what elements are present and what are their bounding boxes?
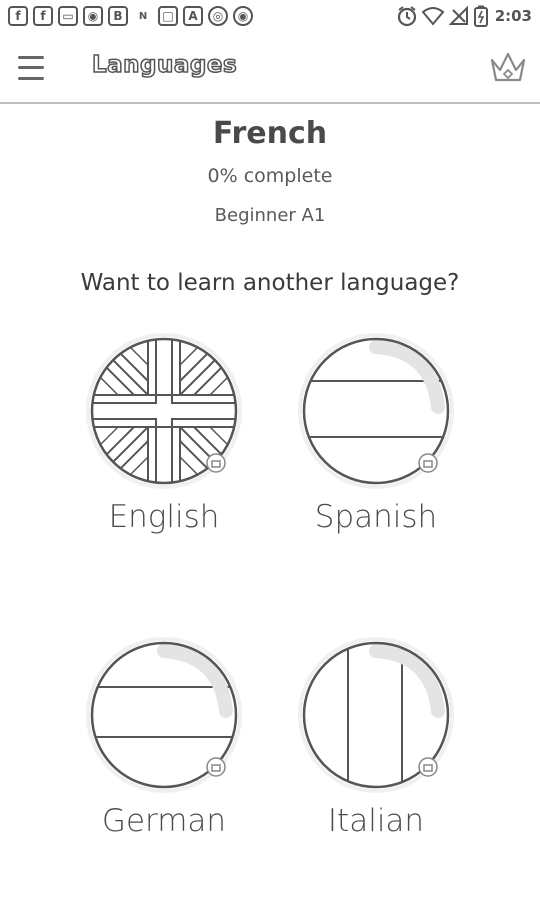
- language-label: English: [108, 499, 220, 535]
- language-option-spanish[interactable]: Spanish: [276, 333, 476, 535]
- italy-flag-icon: [298, 637, 454, 793]
- language-label: Spanish: [314, 499, 438, 535]
- language-option-italian[interactable]: Italian: [276, 637, 476, 839]
- course-level: Beginner A1: [214, 205, 326, 226]
- hamburger-menu-icon[interactable]: [18, 52, 54, 84]
- wifi-icon: [421, 7, 445, 26]
- app-notification-icon: ◉: [83, 6, 103, 26]
- status-bar: f f ▭ ◉ B N □ A ◎ ◉ 2:03: [0, 0, 540, 34]
- page-title: Languages: [91, 51, 238, 79]
- square-notification-icon: □: [158, 6, 178, 26]
- n-notification-icon: N: [138, 10, 148, 22]
- language-option-english[interactable]: English: [64, 333, 264, 535]
- alarm-icon: [397, 6, 416, 27]
- learn-another-prompt: Want to learn another language?: [80, 270, 460, 296]
- current-language-panel[interactable]: French 0% complete Beginner A1: [0, 112, 540, 226]
- b-notification-icon: B: [108, 6, 128, 26]
- language-option-german[interactable]: German: [64, 637, 264, 839]
- battery-icon: [473, 5, 488, 27]
- language-label: Italian: [327, 803, 425, 839]
- crown-icon[interactable]: [488, 48, 528, 86]
- notification-icons: f f ▭ ◉ B N □ A ◎ ◉: [8, 6, 253, 26]
- spain-flag-icon: [298, 333, 454, 489]
- message-notification-icon: ▭: [58, 6, 78, 26]
- app-toolbar: Languages: [0, 34, 540, 104]
- course-progress: 0% complete: [207, 165, 333, 187]
- uk-flag-icon: [86, 333, 242, 489]
- app-notification-icon: ◉: [233, 6, 253, 26]
- lock-notification-icon: A: [183, 6, 203, 26]
- germany-flag-icon: [86, 637, 242, 793]
- current-language-name: French: [212, 116, 328, 151]
- system-icons: 2:03: [397, 5, 532, 27]
- facebook-notification-icon: f: [33, 6, 53, 26]
- facebook-notification-icon: f: [8, 6, 28, 26]
- language-label: German: [101, 803, 227, 839]
- no-signal-icon: [448, 6, 468, 25]
- circle-notification-icon: ◎: [208, 6, 228, 26]
- clock-time: 2:03: [494, 7, 532, 25]
